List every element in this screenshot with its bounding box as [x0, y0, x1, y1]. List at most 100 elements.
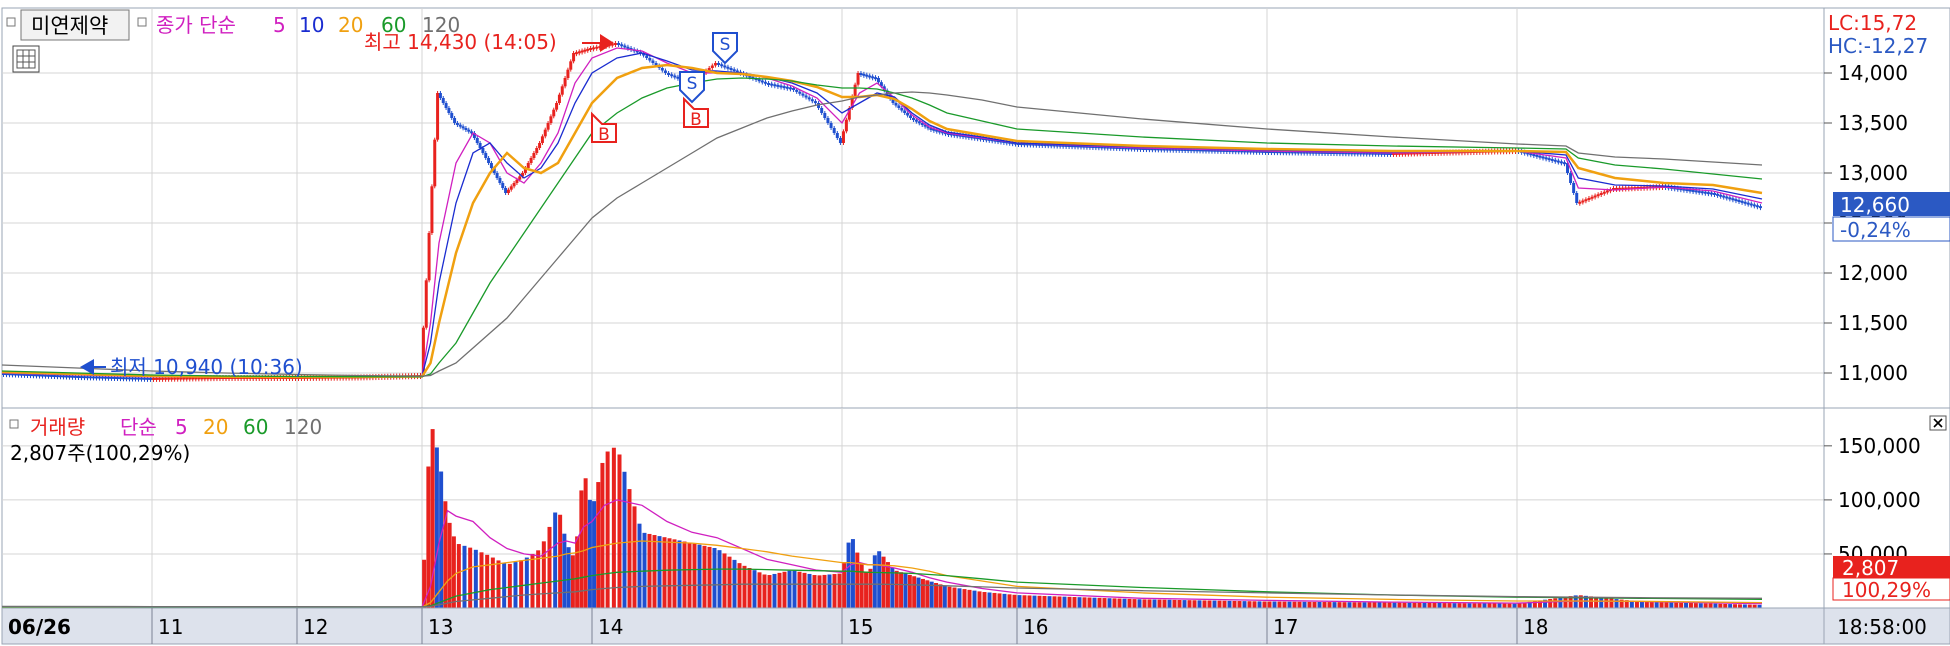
volume-bar — [812, 575, 817, 608]
volume-bar — [837, 573, 842, 608]
volume-bar — [1422, 602, 1427, 608]
candle-body — [853, 84, 857, 97]
volume-bar — [1247, 601, 1252, 608]
candle-body — [80, 376, 83, 379]
candle-body — [583, 49, 587, 52]
close-icon[interactable] — [1929, 415, 1947, 431]
volume-bar — [1092, 597, 1097, 608]
volume-bar — [627, 489, 632, 608]
price-tick-label: 12,000 — [1838, 261, 1908, 285]
candle-body — [1719, 194, 1723, 197]
candle-body — [909, 115, 913, 118]
legend-toggle-icon[interactable] — [6, 17, 16, 27]
candle-body — [673, 75, 677, 78]
volume-bar — [1733, 604, 1738, 608]
volume-bar — [1012, 594, 1017, 608]
price-panel[interactable] — [1, 7, 1825, 409]
volume-bar — [1042, 595, 1047, 608]
volume-bar — [907, 574, 912, 608]
volume-ma-120: 120 — [284, 415, 322, 439]
volume-bar — [1127, 598, 1132, 608]
volume-bar — [1737, 604, 1742, 608]
candle-body — [1584, 199, 1588, 202]
volume-bar — [877, 551, 882, 608]
candle-body — [543, 129, 547, 137]
time-tick-label: 12 — [303, 615, 328, 639]
candle-body — [1590, 196, 1594, 199]
volume-bar — [605, 451, 610, 608]
candle-body — [441, 98, 445, 103]
volume-bar — [903, 573, 908, 608]
ma-legend-toggle-icon[interactable] — [137, 17, 147, 27]
volume-bar — [962, 589, 967, 608]
candle-body — [50, 374, 53, 377]
candle-body — [810, 99, 814, 102]
volume-ma-label: 단순 — [120, 415, 157, 439]
buy-signal-label: B — [690, 110, 702, 130]
volume-bar — [1447, 603, 1452, 608]
candle-body — [897, 105, 901, 108]
stock-name[interactable]: 미연제약 — [31, 14, 108, 38]
candle-body — [535, 148, 539, 153]
volume-bar — [1062, 596, 1067, 608]
candle-body — [1581, 200, 1585, 203]
time-tick-label: 13 — [428, 615, 453, 639]
candle-body — [617, 43, 621, 45]
volume-bar — [1032, 595, 1037, 608]
volume-bar — [672, 539, 677, 608]
volume-bar — [742, 565, 747, 608]
volume-bar — [1417, 602, 1422, 608]
volume-bar — [1202, 600, 1207, 608]
volume-bar — [447, 522, 452, 608]
volume-bar — [1392, 602, 1397, 608]
volume-bar — [912, 576, 917, 608]
volume-bar — [1287, 601, 1292, 608]
volume-bar — [1747, 604, 1752, 608]
candle-body — [478, 143, 482, 148]
volume-bar — [632, 506, 637, 608]
candle-body — [1725, 196, 1729, 199]
volume-bar — [1377, 602, 1382, 608]
volume-bar — [1472, 603, 1477, 608]
volume-bar — [702, 545, 707, 608]
volume-bar — [1609, 598, 1614, 608]
candle-body — [557, 94, 561, 103]
volume-bar — [502, 563, 507, 608]
candle-body — [95, 376, 98, 379]
volume-bar — [600, 462, 605, 608]
volume-bar — [890, 567, 895, 608]
volume-bar — [1132, 599, 1137, 608]
volume-bar — [1362, 602, 1367, 608]
volume-bar — [881, 556, 886, 608]
volume-panel[interactable] — [1, 407, 1825, 609]
grid-table-icon[interactable] — [12, 45, 40, 73]
candle-body — [717, 63, 721, 65]
volume-bar — [1407, 602, 1412, 608]
candle-body — [820, 108, 824, 113]
current-volume-pct: 100,29% — [1842, 578, 1931, 602]
volume-bar — [957, 588, 962, 608]
lc-readout: LC:15,72 — [1828, 11, 1917, 35]
volume-bar — [752, 570, 757, 608]
candle-body — [538, 143, 542, 148]
volume-bar — [1282, 601, 1287, 608]
candle-body — [1572, 183, 1576, 193]
candle-body — [89, 376, 92, 379]
candle-body — [785, 86, 789, 89]
candle-body — [424, 280, 428, 328]
volume-bar — [462, 545, 467, 608]
volume-bar — [541, 541, 546, 608]
volume-bar — [657, 536, 662, 608]
candle-body — [1758, 206, 1762, 209]
ma-legend-10: 10 — [299, 13, 324, 37]
candle-body — [710, 65, 714, 68]
volume-bar — [697, 544, 702, 608]
candle-body — [844, 119, 848, 132]
candle-body — [732, 69, 736, 72]
volume-legend-toggle-icon[interactable] — [9, 419, 19, 429]
volume-bar — [524, 557, 529, 608]
candle-body — [832, 128, 836, 133]
candle-body — [83, 376, 86, 379]
candle-body — [670, 74, 674, 77]
volume-bar — [1002, 593, 1007, 608]
